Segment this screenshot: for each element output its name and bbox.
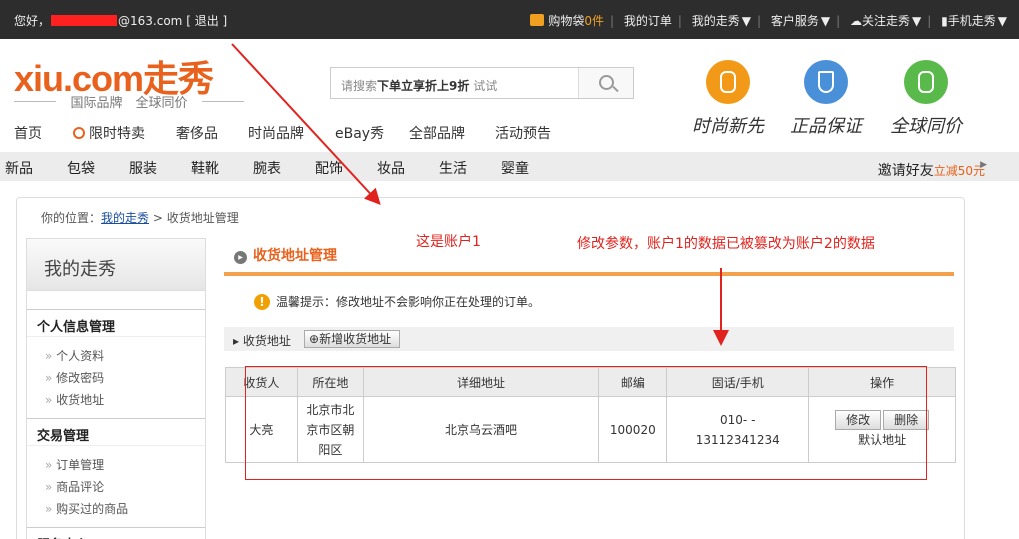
follow-menu[interactable]: 关注走秀 xyxy=(862,14,910,28)
shield-icon xyxy=(804,60,848,104)
search-input[interactable]: 请搜索下单立享折上9折 试试 xyxy=(341,77,497,94)
warm-tip: ! 温馨提示：修改地址不会影响你正在处理的订单。 xyxy=(254,293,540,310)
cat-accessories[interactable]: 配饰 xyxy=(315,158,343,178)
nav-flash-sale[interactable]: 限时特卖 xyxy=(73,123,145,143)
category-nav: 新品 包袋 服装 鞋靴 腕表 配饰 妆品 生活 婴童 邀请好友立减50元 ▶ xyxy=(0,152,1019,181)
chevron-right-icon: ▶ xyxy=(980,160,987,170)
cat-watches[interactable]: 腕表 xyxy=(253,158,281,178)
invite-link[interactable]: 邀请好友立减50元 xyxy=(878,160,985,180)
top-bar: 您好， @163.com [ 退出 ] 购物袋0件 | 我的订单 | 我的走秀 ▼ | 客… xyxy=(0,0,1019,39)
user-greeting: 您好， @163.com [ 退出 ] xyxy=(14,12,227,29)
sidebar: 我的走秀 个人信息管理 个人资料 修改密码 收货地址 交易管理 订单管理 商品评… xyxy=(26,238,206,539)
dress-icon xyxy=(706,60,750,104)
nav-preview[interactable]: 活动预告 xyxy=(495,123,551,143)
clock-icon xyxy=(73,127,85,139)
cat-shoes[interactable]: 鞋靴 xyxy=(191,158,219,178)
sidebar-item-orders[interactable]: 订单管理 xyxy=(45,456,104,473)
sidebar-item-password[interactable]: 修改密码 xyxy=(45,369,104,386)
annotation-highlight-box xyxy=(245,366,927,480)
annotation-tampered: 修改参数，账户1的数据已被篡改为账户2的数据 xyxy=(577,236,875,252)
shopping-bag-icon xyxy=(530,14,545,26)
title-divider xyxy=(224,272,954,276)
sidebar-title: 我的走秀 xyxy=(27,239,205,291)
my-xiu-menu[interactable]: 我的走秀 xyxy=(692,14,740,28)
wechat-icon: ☁ xyxy=(850,14,863,28)
chevron-down-icon: ▼ xyxy=(741,14,752,28)
warning-icon: ! xyxy=(254,294,270,310)
price-tag-icon xyxy=(904,60,948,104)
annotation-account1: 这是账户1 xyxy=(416,234,481,250)
cat-baby[interactable]: 婴童 xyxy=(501,158,529,178)
sidebar-group-service: 服务中心 xyxy=(27,527,205,539)
sidebar-group-trade: 交易管理 xyxy=(27,418,205,446)
cat-clothing[interactable]: 服装 xyxy=(129,158,157,178)
search-box[interactable]: 请搜索下单立享折上9折 试试 xyxy=(330,67,634,99)
my-orders-link[interactable]: 我的订单 xyxy=(624,14,672,28)
main-nav: 首页 限时特卖 奢侈品 时尚品牌 eBay秀 全部品牌 活动预告 xyxy=(0,121,1019,151)
sidebar-item-reviews[interactable]: 商品评论 xyxy=(45,478,104,495)
phone-icon: ▮ xyxy=(941,14,948,28)
sidebar-item-address[interactable]: 收货地址 xyxy=(45,391,104,408)
nav-fashion-brands[interactable]: 时尚品牌 xyxy=(248,123,304,143)
search-button[interactable] xyxy=(578,68,633,98)
sidebar-item-profile[interactable]: 个人资料 xyxy=(45,347,104,364)
nav-all-brands[interactable]: 全部品牌 xyxy=(409,123,465,143)
address-tab-bar: 收货地址 ⊕新增收货地址 xyxy=(224,327,954,351)
cat-beauty[interactable]: 妆品 xyxy=(377,158,405,178)
cart-link[interactable]: 购物袋 xyxy=(548,14,584,28)
breadcrumb: 你的位置：我的走秀 > 收货地址管理 xyxy=(41,211,239,225)
cat-new[interactable]: 新品 xyxy=(5,158,33,178)
cat-life[interactable]: 生活 xyxy=(439,158,467,178)
email-suffix: @163.com xyxy=(118,14,183,28)
add-address-button[interactable]: ⊕新增收货地址 xyxy=(304,330,401,348)
tab-address[interactable]: 收货地址 xyxy=(233,332,291,349)
chevron-down-icon: ▼ xyxy=(912,14,922,28)
site-slogan: 国际品牌 全球同价 xyxy=(14,92,244,111)
logout-link[interactable]: [ 退出 ] xyxy=(186,14,227,28)
customer-service-menu[interactable]: 客户服务 xyxy=(771,14,819,28)
nav-ebay[interactable]: eBay秀 xyxy=(335,123,384,143)
sidebar-item-purchased[interactable]: 购买过的商品 xyxy=(45,500,128,517)
greeting-text: 您好， xyxy=(14,14,51,28)
cat-bags[interactable]: 包袋 xyxy=(67,158,95,178)
page-title: 收货地址管理 xyxy=(234,245,337,265)
nav-luxury[interactable]: 奢侈品 xyxy=(176,123,218,143)
chevron-down-icon: ▼ xyxy=(997,14,1007,28)
redacted-username xyxy=(51,15,118,26)
plus-icon: ⊕ xyxy=(309,332,320,346)
chevron-down-icon: ▼ xyxy=(820,14,831,28)
top-links: 购物袋0件 | 我的订单 | 我的走秀 ▼ | 客户服务 ▼ | ☁关注走秀 ▼ | ▮手机走秀… xyxy=(530,12,1019,29)
nav-home[interactable]: 首页 xyxy=(14,123,42,143)
mobile-menu[interactable]: 手机走秀 xyxy=(948,14,996,28)
cart-count: 0件 xyxy=(584,14,604,28)
breadcrumb-my-xiu[interactable]: 我的走秀 xyxy=(101,211,149,225)
sidebar-group-personal: 个人信息管理 xyxy=(27,309,205,337)
